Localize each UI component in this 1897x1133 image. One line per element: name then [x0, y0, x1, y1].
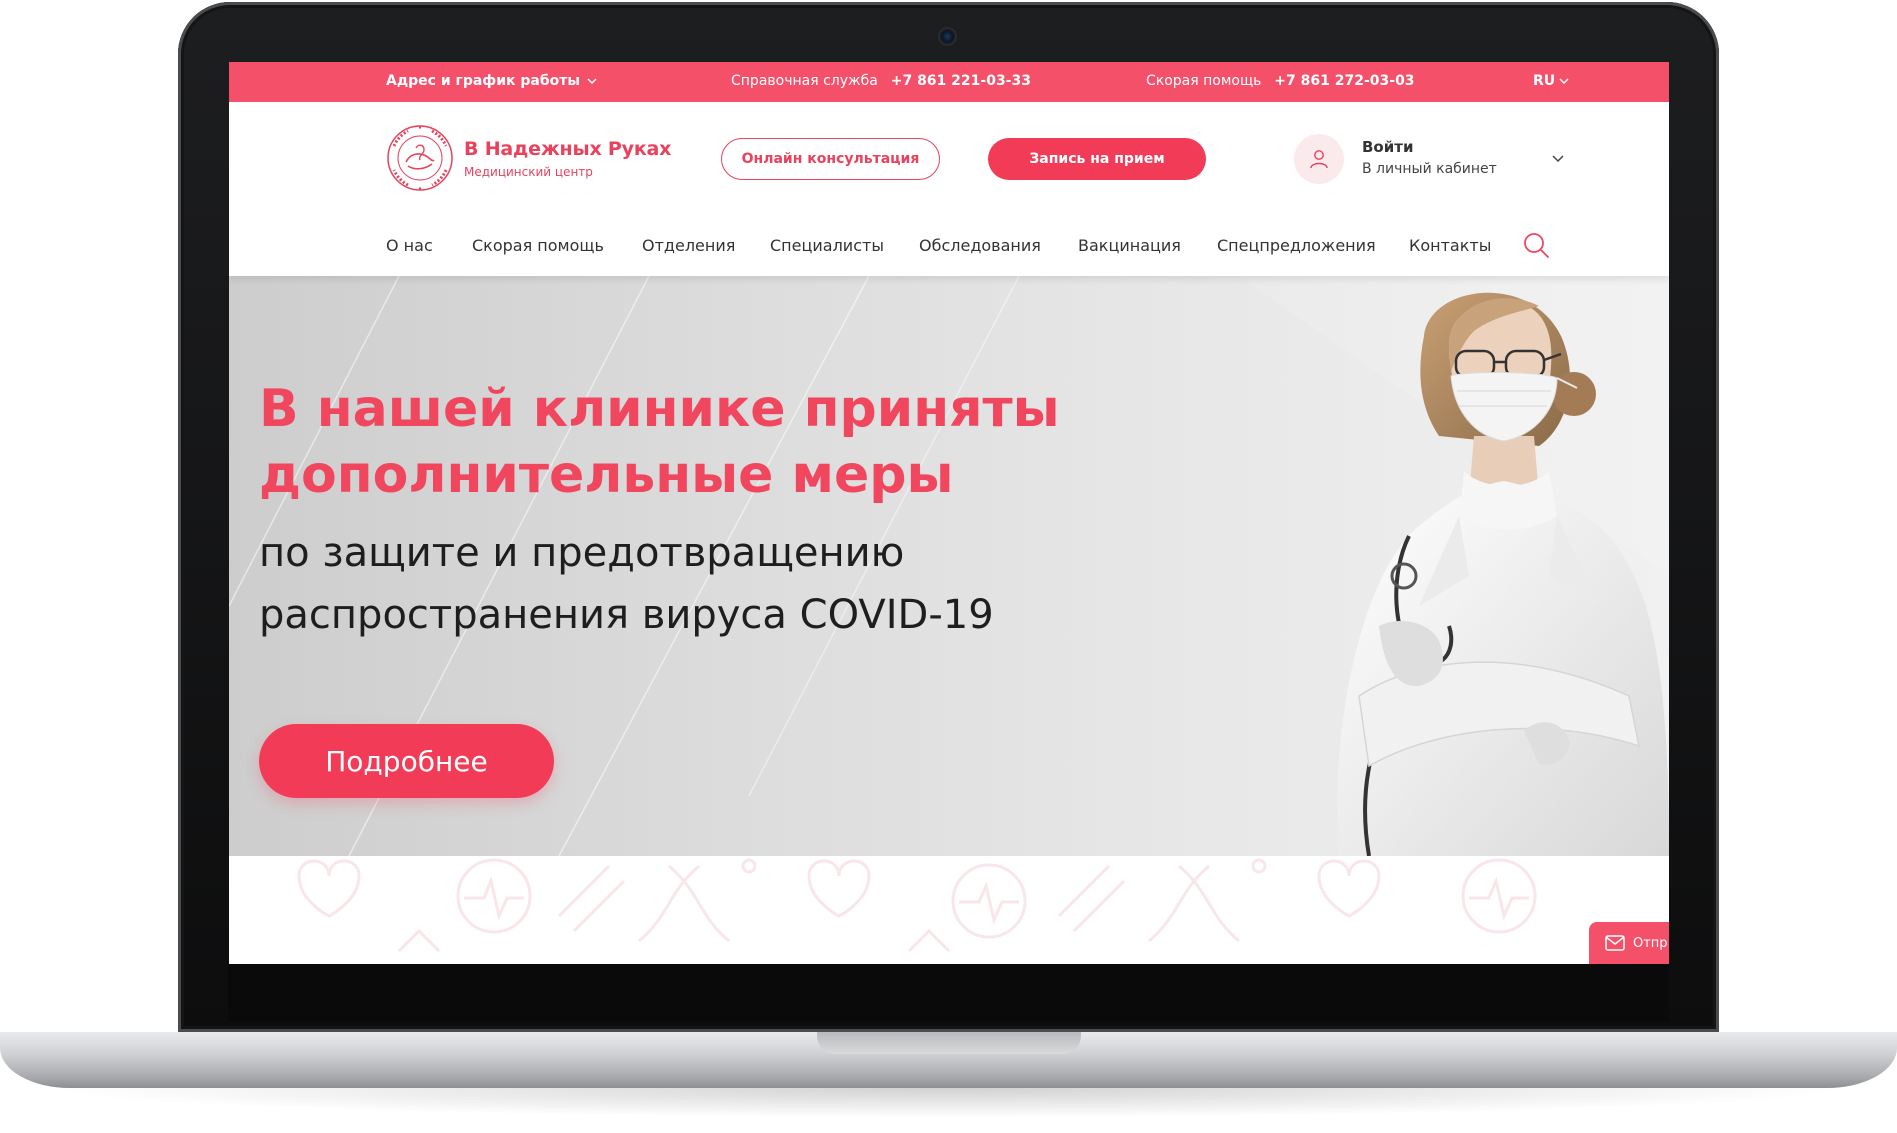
user-icon[interactable]	[1294, 134, 1344, 184]
laptop-shadow	[40, 1088, 1857, 1118]
clinic-logo[interactable]	[386, 124, 454, 192]
ambulance-phone[interactable]: +7 861 272-03-03	[1274, 73, 1414, 89]
laptop-frame: Адрес и график работы Справочная служба …	[0, 0, 1897, 1133]
chevron-down-icon	[587, 78, 597, 84]
nav-item-departments[interactable]: Отделения	[642, 236, 735, 255]
hero-subtitle: по защите и предотвращению распространен…	[259, 522, 1159, 646]
appointment-button[interactable]: Запись на прием	[988, 138, 1206, 180]
login-subtitle[interactable]: В личный кабинет	[1362, 161, 1497, 177]
nav-item-vaccination[interactable]: Вакцинация	[1078, 236, 1181, 255]
nav-item-examinations[interactable]: Обследования	[919, 236, 1041, 255]
medical-pattern-background	[297, 858, 1537, 953]
language-label: RU	[1533, 73, 1556, 89]
laptop-bezel	[228, 964, 1669, 1022]
language-selector[interactable]: RU	[1533, 73, 1570, 89]
medical-pattern-section	[229, 856, 1669, 964]
ambulance-service: Скорая помощь +7 861 272-03-03	[1146, 73, 1415, 89]
brand-subtitle: Медицинский центр	[464, 165, 593, 179]
hero-subtitle-line-1: по защите и предотвращению	[259, 530, 905, 576]
doctor-photo	[1337, 292, 1669, 856]
top-bar: Адрес и график работы Справочная служба …	[229, 62, 1669, 102]
hero-subtitle-line-2: распространения вируса COVID-19	[259, 592, 994, 638]
hero-banner: В нашей клинике приняты дополнительные м…	[229, 276, 1669, 856]
nav-item-contacts[interactable]: Контакты	[1409, 236, 1491, 255]
hero-title-line-2: дополнительные меры	[259, 445, 954, 505]
reference-service-phone[interactable]: +7 861 221-03-33	[891, 73, 1031, 89]
nav-item-ambulance[interactable]: Скорая помощь	[472, 236, 604, 255]
address-schedule-dropdown[interactable]: Адрес и график работы	[386, 73, 598, 89]
webcam-icon	[940, 29, 955, 44]
send-message-tab[interactable]: Отпр	[1589, 922, 1669, 964]
login-title[interactable]: Войти	[1362, 138, 1413, 156]
nav-item-specialists[interactable]: Специалисты	[770, 236, 884, 255]
hero-title-line-1: В нашей клинике приняты	[259, 379, 1060, 439]
chevron-down-icon	[1559, 78, 1569, 84]
ambulance-label: Скорая помощь	[1146, 73, 1262, 89]
chevron-down-icon[interactable]	[1550, 151, 1566, 167]
laptop-base-notch	[817, 1032, 1081, 1054]
browser-screen: Адрес и график работы Справочная служба …	[229, 62, 1669, 964]
send-message-label: Отпр	[1633, 935, 1668, 951]
main-navigation: О нас Скорая помощь Отделения Специалист…	[229, 214, 1669, 276]
address-schedule-label: Адрес и график работы	[386, 73, 581, 89]
nav-item-about[interactable]: О нас	[386, 236, 433, 255]
reference-service: Справочная служба +7 861 221-03-33	[731, 73, 1031, 89]
search-icon[interactable]	[1521, 230, 1551, 260]
more-details-button[interactable]: Подробнее	[259, 724, 554, 798]
nav-item-special-offers[interactable]: Спецпредложения	[1217, 236, 1376, 255]
online-consultation-button[interactable]: Онлайн консультация	[721, 138, 940, 180]
brand-name[interactable]: В Надежных Руках	[464, 138, 671, 160]
hero-title: В нашей клинике приняты дополнительные м…	[259, 376, 1159, 508]
envelope-icon	[1605, 935, 1625, 951]
site-header: В Надежных Руках Медицинский центр Онлай…	[229, 102, 1669, 214]
reference-service-label: Справочная служба	[731, 73, 878, 89]
person-icon	[1310, 150, 1328, 169]
